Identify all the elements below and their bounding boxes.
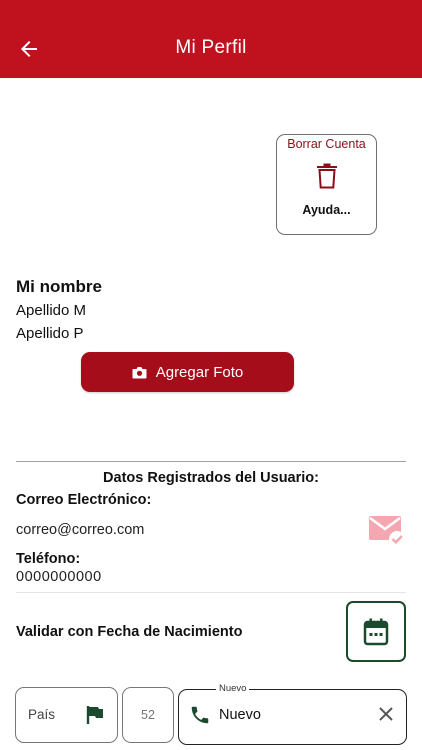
birth-validation-label: Validar con Fecha de Nacimiento xyxy=(16,624,243,640)
email-value: correo@correo.com xyxy=(16,522,145,538)
camera-icon xyxy=(132,366,147,378)
add-photo-label: Agregar Foto xyxy=(155,363,244,381)
phone-value: 0000000000 xyxy=(16,569,102,585)
calendar-button[interactable] xyxy=(346,601,406,662)
delete-account-label: Borrar Cuenta xyxy=(287,137,366,151)
phone-icon xyxy=(191,706,209,724)
calendar-icon xyxy=(363,618,389,645)
close-icon[interactable] xyxy=(377,705,395,723)
section-divider xyxy=(16,461,406,462)
light-divider xyxy=(16,592,406,593)
profile-last-name-1: Apellido M xyxy=(16,302,87,319)
help-label: Ayuda... xyxy=(302,203,351,217)
email-label: Correo Electrónico: xyxy=(16,492,152,508)
new-phone-input[interactable] xyxy=(219,704,369,726)
delete-account-button[interactable]: Borrar Cuenta Ayuda... xyxy=(276,134,377,235)
new-phone-field[interactable]: Nuevo xyxy=(178,683,407,745)
country-code-value: 52 xyxy=(141,708,155,722)
mail-check-icon xyxy=(369,516,405,547)
add-photo-button[interactable]: Agregar Foto xyxy=(81,352,294,392)
profile-name: Mi nombre xyxy=(16,277,102,296)
user-data-title: Datos Registrados del Usuario: xyxy=(103,470,319,486)
flag-icon xyxy=(86,706,103,724)
phone-label: Teléfono: xyxy=(16,551,81,567)
page-title: Mi Perfil xyxy=(175,37,247,58)
country-label: País xyxy=(28,707,56,722)
trash-icon xyxy=(317,163,337,189)
country-selector[interactable]: País xyxy=(15,687,118,743)
country-code-field[interactable]: 52 xyxy=(122,687,174,743)
profile-last-name-2: Apellido P xyxy=(16,325,84,342)
phone-float-label: Nuevo xyxy=(216,683,250,694)
app-bar: Mi Perfil xyxy=(0,0,422,78)
